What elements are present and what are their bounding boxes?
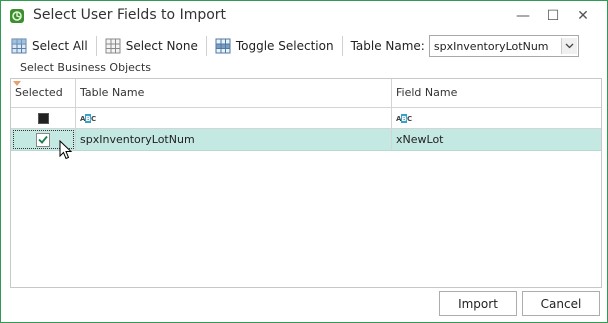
dialog-window: Select User Fields to Import — ☐ ✕ Selec… [0, 0, 608, 323]
table-name-value: spxInventoryLotNum [433, 39, 549, 53]
select-all-label: Select All [32, 39, 88, 53]
close-button[interactable]: ✕ [569, 5, 597, 27]
text-filter-icon: A B C [396, 113, 412, 123]
title-bar: Select User Fields to Import — ☐ ✕ [1, 1, 607, 31]
business-objects-group: Select Business Objects Selected Table N… [7, 61, 603, 288]
select-none-button[interactable]: Select None [101, 35, 202, 57]
toolbar-divider [341, 36, 343, 56]
column-header-selected[interactable]: Selected [11, 79, 76, 107]
toolbar: Select All Select None Toggle Selection … [7, 34, 601, 58]
mouse-cursor-icon [59, 140, 73, 160]
table-name-cell[interactable]: spxInventoryLotNum [76, 129, 392, 150]
table-name-label: Table Name: [350, 39, 425, 53]
column-header-table-name[interactable]: Table Name [76, 79, 392, 107]
toggle-selection-button[interactable]: Toggle Selection [211, 35, 338, 57]
column-header-field-name[interactable]: Field Name [392, 79, 601, 107]
text-filter-icon: A B C [80, 113, 96, 123]
fields-grid: Selected Table Name Field Name A B C A B… [10, 78, 602, 288]
select-all-button[interactable]: Select All [7, 35, 92, 57]
toolbar-divider [205, 36, 207, 56]
column-label: Table Name [80, 86, 145, 99]
field-name-cell[interactable]: xNewLot [392, 129, 601, 150]
select-none-icon [105, 38, 121, 54]
toggle-selection-label: Toggle Selection [235, 39, 334, 53]
column-label: Selected [15, 86, 63, 99]
sort-indicator-icon [13, 81, 21, 86]
grid-header: Selected Table Name Field Name [11, 79, 601, 108]
column-label: Field Name [396, 86, 458, 99]
select-all-icon [11, 38, 27, 54]
group-label: Select Business Objects [20, 61, 151, 74]
filter-cell-field-name[interactable]: A B C [392, 108, 601, 128]
filter-checkbox[interactable] [37, 112, 49, 124]
table-row[interactable]: spxInventoryLotNum xNewLot [11, 129, 601, 151]
filter-cell-table-name[interactable]: A B C [76, 108, 392, 128]
filter-row: A B C A B C [11, 108, 601, 129]
window-title: Select User Fields to Import [33, 7, 227, 23]
maximize-button[interactable]: ☐ [539, 5, 567, 27]
toolbar-divider [95, 36, 97, 56]
table-name-select[interactable]: spxInventoryLotNum [428, 35, 579, 57]
toggle-selection-icon [215, 38, 231, 54]
select-none-label: Select None [125, 39, 198, 53]
app-icon [9, 8, 25, 24]
minimize-button[interactable]: — [509, 5, 537, 27]
chevron-down-icon[interactable] [560, 38, 577, 54]
cancel-button[interactable]: Cancel [522, 291, 600, 316]
filter-cell-selected[interactable] [11, 108, 76, 128]
svg-text:C: C [91, 115, 96, 123]
svg-text:C: C [407, 115, 412, 123]
import-button[interactable]: Import [439, 291, 517, 316]
